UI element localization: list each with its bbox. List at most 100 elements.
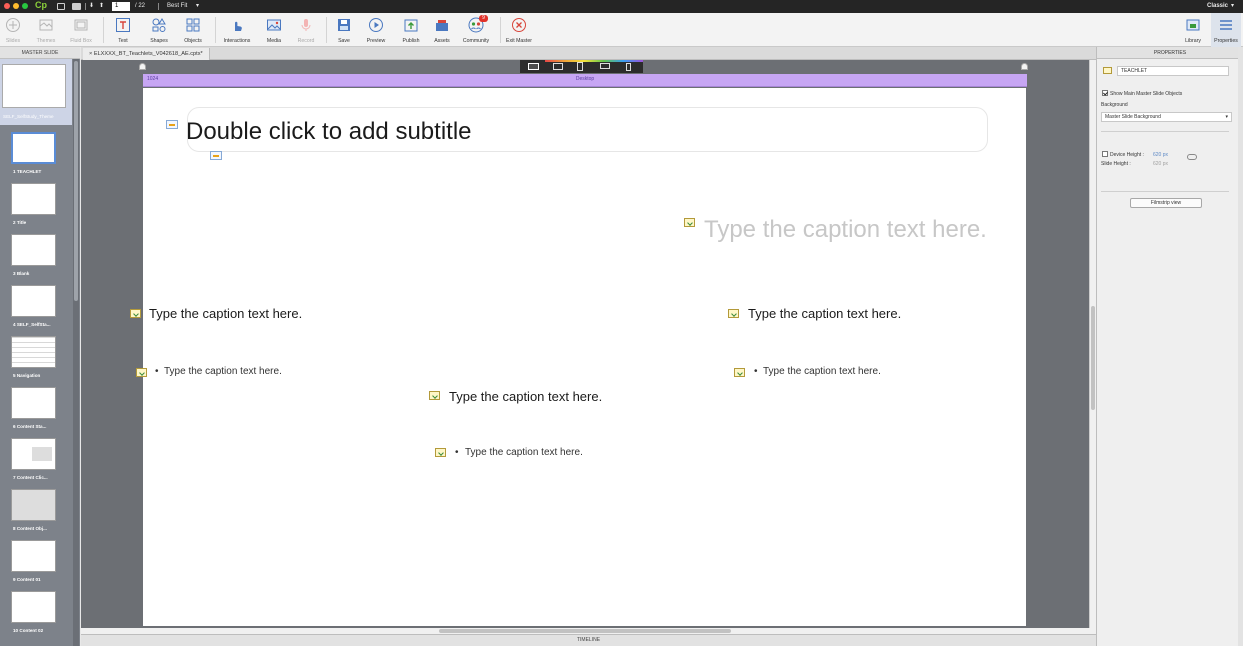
- caption-icon: [429, 391, 440, 400]
- ruler-right-handle[interactable]: [1021, 63, 1028, 70]
- slide-thumbnail-9[interactable]: [11, 540, 56, 572]
- exit-master-button[interactable]: Exit Master: [503, 13, 535, 47]
- shapes-button[interactable]: Shapes: [145, 13, 173, 47]
- caption-small-text-center[interactable]: Type the caption text here.: [465, 447, 583, 458]
- slides-label: Slides: [5, 38, 21, 44]
- slides-button[interactable]: Slides: [2, 13, 24, 47]
- divider: [1101, 191, 1229, 192]
- save-icon: [338, 19, 350, 31]
- add-slide-icon: [6, 18, 20, 32]
- chevron-down-icon: ▾: [1225, 114, 1228, 120]
- interactions-button[interactable]: Interactions: [220, 13, 254, 47]
- themes-label: Themes: [36, 38, 56, 44]
- breakpoint-ruler[interactable]: 1024 Desktop: [143, 74, 1027, 87]
- tablet-landscape-icon[interactable]: [553, 63, 563, 70]
- main-toolbar: Slides Themes Fluid Box Text Shapes Obje…: [0, 13, 1243, 47]
- close-window-button[interactable]: [4, 3, 10, 9]
- filmstrip-toggle-icon[interactable]: [57, 3, 65, 10]
- library-button[interactable]: Library: [1181, 13, 1205, 47]
- slide-label-2: 2 Title: [13, 220, 27, 225]
- ruler-left-handle[interactable]: [139, 63, 146, 70]
- mobile-landscape-icon[interactable]: [600, 63, 610, 69]
- mobile-portrait-icon[interactable]: [626, 63, 631, 71]
- slide-thumbnail-1[interactable]: [11, 132, 56, 164]
- play-icon: [369, 18, 383, 32]
- caption-icon: [435, 448, 446, 457]
- zoom-chevron-down-icon[interactable]: ▾: [196, 2, 199, 11]
- minimize-window-button[interactable]: [13, 3, 19, 9]
- preview-button[interactable]: Preview: [362, 13, 390, 47]
- slide-label-6: 6 Content Sta...: [13, 424, 47, 429]
- link-icon[interactable]: [1187, 154, 1197, 160]
- filmstrip-view-button[interactable]: Filmstrip view: [1130, 198, 1202, 208]
- microphone-icon: [301, 19, 311, 31]
- slide-thumbnail-6[interactable]: [11, 387, 56, 419]
- filmstrip-scroll-thumb[interactable]: [74, 61, 78, 301]
- caption-medium-text-left[interactable]: Type the caption text here.: [149, 306, 302, 321]
- publish-button[interactable]: Publish: [397, 13, 425, 47]
- themes-button[interactable]: Themes: [34, 13, 58, 47]
- desktop-view-icon[interactable]: [528, 63, 539, 70]
- caption-medium-text-right[interactable]: Type the caption text here.: [748, 306, 901, 321]
- caption-medium-text-center[interactable]: Type the caption text here.: [449, 389, 602, 404]
- next-slide-arrow-icon[interactable]: ⬇: [89, 2, 94, 11]
- page-number-input[interactable]: 1: [112, 2, 130, 11]
- document-tab[interactable]: × ELXXXX_BT_Teachlets_V042618_AE.cptx*: [83, 48, 210, 60]
- document-tab-label: ELXXXX_BT_Teachlets_V042618_AE.cptx*: [93, 51, 203, 57]
- previous-slide-arrow-icon[interactable]: ⬆: [99, 2, 104, 11]
- properties-button[interactable]: Properties: [1211, 13, 1241, 47]
- device-preview-bar: [520, 60, 643, 73]
- maximize-window-button[interactable]: [22, 3, 28, 9]
- caption-small-text-left[interactable]: Type the caption text here.: [164, 366, 282, 377]
- separator: [103, 17, 104, 43]
- media-button[interactable]: Media: [260, 13, 288, 47]
- stage-vertical-scrollbar[interactable]: [1089, 60, 1096, 628]
- page-total: / 22: [135, 3, 146, 9]
- properties-scrollbar[interactable]: [1238, 47, 1243, 646]
- tablet-portrait-icon[interactable]: [577, 62, 583, 71]
- device-height-checkbox[interactable]: [1102, 151, 1108, 157]
- show-main-master-checkbox[interactable]: [1102, 90, 1108, 96]
- workspace-chevron-down-icon[interactable]: ▾: [1231, 2, 1234, 11]
- subtitle-placeholder-icon: [166, 120, 178, 129]
- assets-button[interactable]: Assets: [430, 13, 454, 47]
- workspace-mode-select[interactable]: Classic: [1207, 2, 1228, 11]
- text-icon: [116, 18, 130, 32]
- text-button[interactable]: Text: [110, 13, 136, 47]
- background-select[interactable]: Master Slide Background ▾: [1101, 112, 1232, 122]
- interactions-label: Interactions: [223, 38, 251, 44]
- slide-name-input[interactable]: TEACHLET: [1117, 66, 1229, 76]
- close-tab-icon[interactable]: ×: [89, 51, 92, 57]
- slide-height-label: Slide Height :: [1101, 161, 1131, 167]
- fluid-box-button[interactable]: Fluid Box: [67, 13, 95, 47]
- slide-thumbnail-8[interactable]: [11, 489, 56, 521]
- slide-thumbnail-10[interactable]: [11, 591, 56, 623]
- subtitle-placeholder-text[interactable]: Double click to add subtitle: [186, 118, 472, 146]
- document-tabbar: × ELXXXX_BT_Teachlets_V042618_AE.cptx*: [81, 47, 1096, 60]
- slide-thumbnail-2[interactable]: [11, 183, 56, 215]
- slide-thumbnail-3[interactable]: [11, 234, 56, 266]
- zoom-select[interactable]: Best Fit: [167, 2, 187, 11]
- filmstrip-scrollbar[interactable]: [73, 59, 79, 646]
- save-button[interactable]: Save: [333, 13, 355, 47]
- shapes-label: Shapes: [150, 38, 168, 44]
- separator: [215, 17, 216, 43]
- separator: [85, 3, 86, 10]
- vertical-scroll-thumb[interactable]: [1091, 306, 1095, 410]
- horizontal-scroll-thumb[interactable]: [439, 629, 731, 633]
- master-slide-thumbnail[interactable]: [2, 64, 66, 108]
- slide-thumbnail-4[interactable]: [11, 285, 56, 317]
- breakpoint-color-strip: [545, 60, 643, 62]
- caption-small-text-right[interactable]: Type the caption text here.: [763, 366, 881, 377]
- slide-thumbnail-7[interactable]: [11, 438, 56, 470]
- community-button[interactable]: 9 Community: [459, 13, 493, 47]
- record-button[interactable]: Record: [294, 13, 318, 47]
- objects-button[interactable]: Objects: [179, 13, 207, 47]
- timeline-panel-toggle[interactable]: TIMELINE: [81, 634, 1096, 646]
- slide-canvas[interactable]: Double click to add subtitle Type the ca…: [130, 88, 1026, 626]
- caption-large-text[interactable]: Type the caption text here.: [704, 216, 987, 244]
- divider: [1101, 131, 1229, 132]
- comment-icon[interactable]: [72, 3, 81, 10]
- device-height-value[interactable]: 620 px: [1153, 152, 1168, 158]
- slide-thumbnail-5[interactable]: [11, 336, 56, 368]
